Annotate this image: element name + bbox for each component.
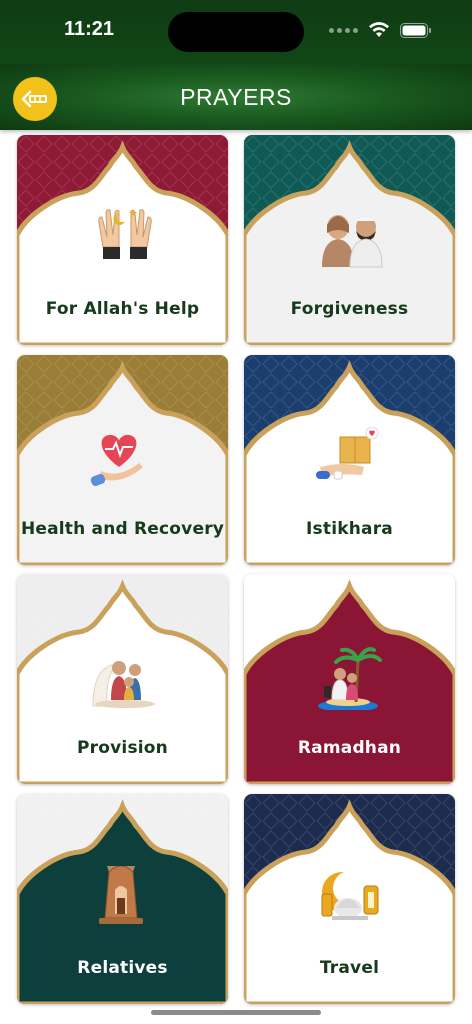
two-people-praying-icon [316,207,384,276]
card-label: Travel [319,957,380,978]
home-indicator[interactable] [151,1010,321,1015]
prayer-card[interactable]: Ramadhan [244,574,455,784]
family-palm-tree-icon [316,646,384,715]
prayer-card[interactable]: Provision [17,574,228,784]
page-title: PRAYERS [180,84,292,110]
card-label: Ramadhan [297,738,402,758]
battery-icon [400,22,432,38]
prayer-card[interactable]: Forgiveness [244,135,455,345]
card-label: Forgiveness [290,299,409,319]
card-label: For Allah's Help [45,299,200,319]
family-provision-icon [89,646,157,715]
status-bar: 11:21 [0,0,472,64]
prayer-card[interactable]: Relatives [17,793,228,1004]
prayer-card[interactable]: Health and Recovery [17,354,228,565]
status-icons [329,22,432,38]
heart-in-hand-icon [89,427,157,496]
crescent-lantern-icon [316,866,384,935]
wifi-icon [368,22,390,38]
card-label: Relatives [77,957,168,978]
card-label: Health and Recovery [20,518,225,539]
prayer-card[interactable]: Istikhara [244,354,455,565]
cellular-signal-icon [329,27,358,33]
card-label: Provision [77,738,168,758]
lantern-icon [89,865,157,935]
prayer-card[interactable]: Travel [244,793,455,1004]
status-time: 11:21 [64,18,115,40]
dynamic-island [168,12,304,52]
raised-hands-icon [89,207,157,276]
prayer-card[interactable]: For Allah's Help [17,135,228,345]
delivery-box-icon [316,426,384,496]
card-label: Istikhara [306,518,393,539]
app-header: PRAYERS [0,64,472,130]
